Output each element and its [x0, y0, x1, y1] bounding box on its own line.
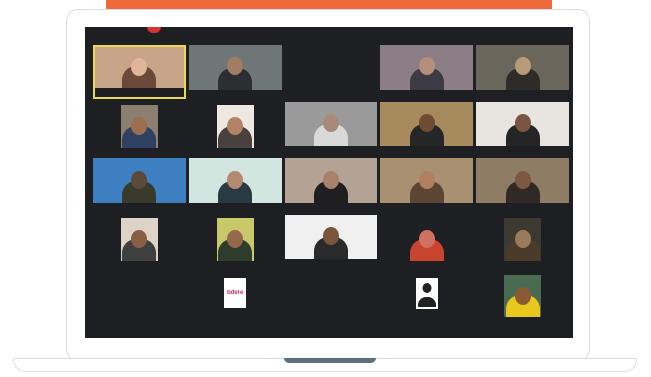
participant-face: [514, 286, 531, 305]
participant-tile[interactable]: [284, 158, 378, 212]
participant-tile[interactable]: [284, 45, 378, 99]
participant-video: [188, 158, 282, 203]
participant-tile[interactable]: [93, 271, 186, 325]
participant-tile[interactable]: [93, 158, 186, 212]
participant-video: [476, 45, 569, 90]
participant-face: [418, 57, 435, 76]
top-banner: [106, 0, 552, 9]
participant-video: [504, 218, 542, 261]
recording-indicator: [147, 27, 161, 33]
participant-video: [216, 218, 254, 261]
participant-tile[interactable]: [476, 158, 569, 212]
participant-video: [284, 158, 378, 203]
participant-face: [131, 170, 148, 189]
participant-tile[interactable]: [284, 214, 378, 269]
participant-tile[interactable]: [380, 158, 474, 212]
participant-tile[interactable]: [380, 101, 474, 156]
participant-face: [514, 114, 531, 133]
participant-face: [418, 230, 435, 248]
participant-face: [227, 57, 244, 76]
participant-video: [95, 47, 184, 88]
participant-tile[interactable]: [476, 271, 569, 325]
participant-tile[interactable]: [93, 45, 186, 99]
participant-face: [322, 170, 339, 189]
default-avatar-icon: [415, 277, 438, 309]
participant-video: [380, 101, 474, 147]
laptop-hinge-notch: [284, 358, 376, 363]
participant-video: [380, 45, 474, 90]
participant-face: [227, 116, 244, 135]
participant-face: [227, 230, 244, 248]
participant-tile[interactable]: [188, 101, 282, 156]
participant-video: [216, 104, 254, 148]
participant-gallery-grid: bdere: [93, 45, 569, 325]
participant-video: [188, 45, 282, 90]
participant-face: [322, 114, 339, 133]
participant-tile[interactable]: [380, 271, 474, 325]
participant-video: [284, 214, 378, 260]
participant-tile[interactable]: [188, 158, 282, 212]
participant-video: [504, 274, 542, 318]
participant-face: [418, 170, 435, 189]
participant-video: [476, 101, 569, 147]
participant-tile[interactable]: [380, 214, 474, 269]
participant-face: [322, 227, 339, 246]
participant-tile[interactable]: [284, 271, 378, 325]
participant-tile[interactable]: [476, 214, 569, 269]
participant-tile[interactable]: bdere: [188, 271, 282, 325]
participant-tile[interactable]: [476, 101, 569, 156]
participant-face: [514, 230, 531, 248]
meeting-window: bdere: [85, 27, 573, 338]
participant-tile[interactable]: [380, 45, 474, 99]
participant-face: [131, 58, 148, 77]
participant-face: [514, 57, 531, 76]
participant-face: [131, 116, 148, 135]
participant-video: [120, 104, 158, 148]
profile-logo-image: bdere: [224, 277, 247, 308]
participant-video: [408, 218, 446, 261]
participant-video: [93, 158, 186, 203]
participant-face: [227, 170, 244, 189]
participant-face: [514, 170, 531, 189]
participant-tile[interactable]: [93, 214, 186, 269]
participant-video: [284, 101, 378, 147]
participant-tile[interactable]: [284, 101, 378, 156]
participant-tile[interactable]: [93, 101, 186, 156]
participant-face: [418, 114, 435, 133]
participant-video: [120, 218, 158, 261]
participant-video: [476, 158, 569, 203]
participant-tile[interactable]: [188, 214, 282, 269]
participant-tile[interactable]: [476, 45, 569, 99]
participant-tile[interactable]: [188, 45, 282, 99]
participant-video: [380, 158, 474, 203]
participant-face: [131, 230, 148, 248]
